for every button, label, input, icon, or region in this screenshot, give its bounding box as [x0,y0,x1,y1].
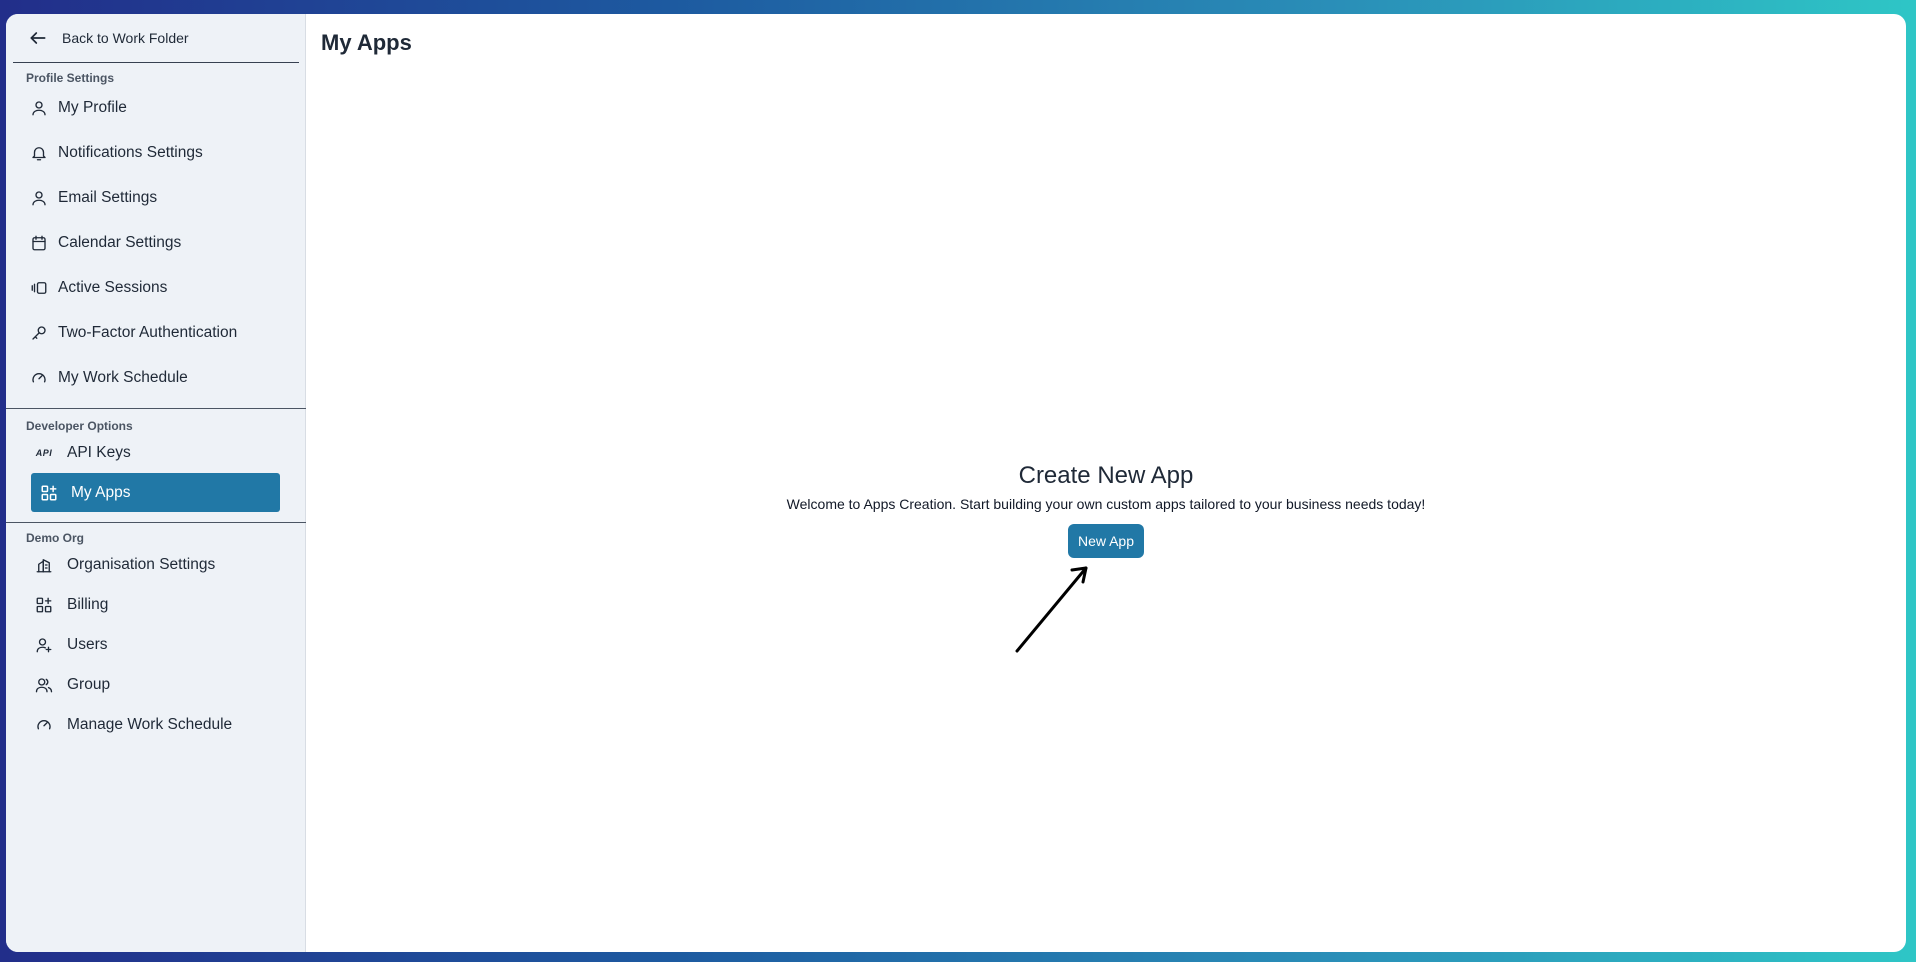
apps-icon [40,484,58,502]
settings-sidebar: Back to Work Folder Profile Settings My … [6,14,306,952]
gauge-icon [30,369,48,387]
users-icon [34,676,54,694]
sidebar-item-label: API Keys [67,444,131,461]
api-icon: API [34,444,54,462]
sidebar-item-label: Active Sessions [58,278,168,296]
sidebar-item-my-apps[interactable]: My Apps [31,473,280,512]
sidebar-item-label: Group [67,676,111,693]
back-to-work-folder-link[interactable]: Back to Work Folder [6,14,305,62]
sidebar-item-manage-work-schedule[interactable]: Manage Work Schedule [6,705,305,745]
sessions-icon [30,279,48,297]
calendar-icon [30,234,48,252]
user-icon [30,99,48,117]
main-content: My Apps Create New App Welcome to Apps C… [306,14,1906,952]
back-label: Back to Work Folder [62,30,189,46]
app-window: Back to Work Folder Profile Settings My … [6,14,1906,952]
sidebar-item-label: Two-Factor Authentication [58,323,238,341]
sidebar-item-label: My Profile [58,98,127,116]
apps-icon [34,596,54,614]
gauge-icon [34,716,54,734]
sidebar-item-calendar-settings[interactable]: Calendar Settings [6,220,305,265]
section-title-profile: Profile Settings [26,71,115,85]
sidebar-item-two-factor-authentication[interactable]: Two-Factor Authentication [6,310,305,355]
sidebar-item-api-keys[interactable]: API API Keys [6,433,305,473]
sidebar-item-label: Calendar Settings [58,233,182,251]
sidebar-item-label: Notifications Settings [58,143,203,161]
sidebar-item-email-settings[interactable]: Email Settings [6,175,305,220]
sidebar-item-label: Users [67,636,108,653]
sidebar-item-group[interactable]: Group [6,665,305,705]
section-title-developer: Developer Options [26,419,133,433]
sidebar-item-billing[interactable]: Billing [6,585,305,625]
sidebar-item-my-work-schedule[interactable]: My Work Schedule [6,355,305,400]
arrow-left-icon [30,32,46,44]
section-title-org: Demo Org [26,531,85,545]
sidebar-item-my-profile[interactable]: My Profile [6,85,305,130]
sidebar-item-label: Manage Work Schedule [67,716,233,733]
sidebar-item-notifications-settings[interactable]: Notifications Settings [6,130,305,175]
sidebar-item-label: Billing [67,596,109,613]
sidebar-item-label: My Work Schedule [58,368,188,386]
key-icon [30,324,48,342]
sidebar-item-label: My Apps [71,483,131,501]
user-icon [30,189,48,207]
bell-icon [30,144,48,162]
sidebar-item-label: Organisation Settings [67,556,216,573]
sidebar-item-active-sessions[interactable]: Active Sessions [6,265,305,310]
api-icon-text: API [35,448,53,458]
sidebar-item-organisation-settings[interactable]: Organisation Settings [6,545,305,585]
annotation-arrow-icon [1015,566,1088,653]
sidebar-item-label: Email Settings [58,188,158,206]
user-plus-icon [34,636,54,654]
sidebar-item-users[interactable]: Users [6,625,305,665]
building-icon [34,556,54,574]
